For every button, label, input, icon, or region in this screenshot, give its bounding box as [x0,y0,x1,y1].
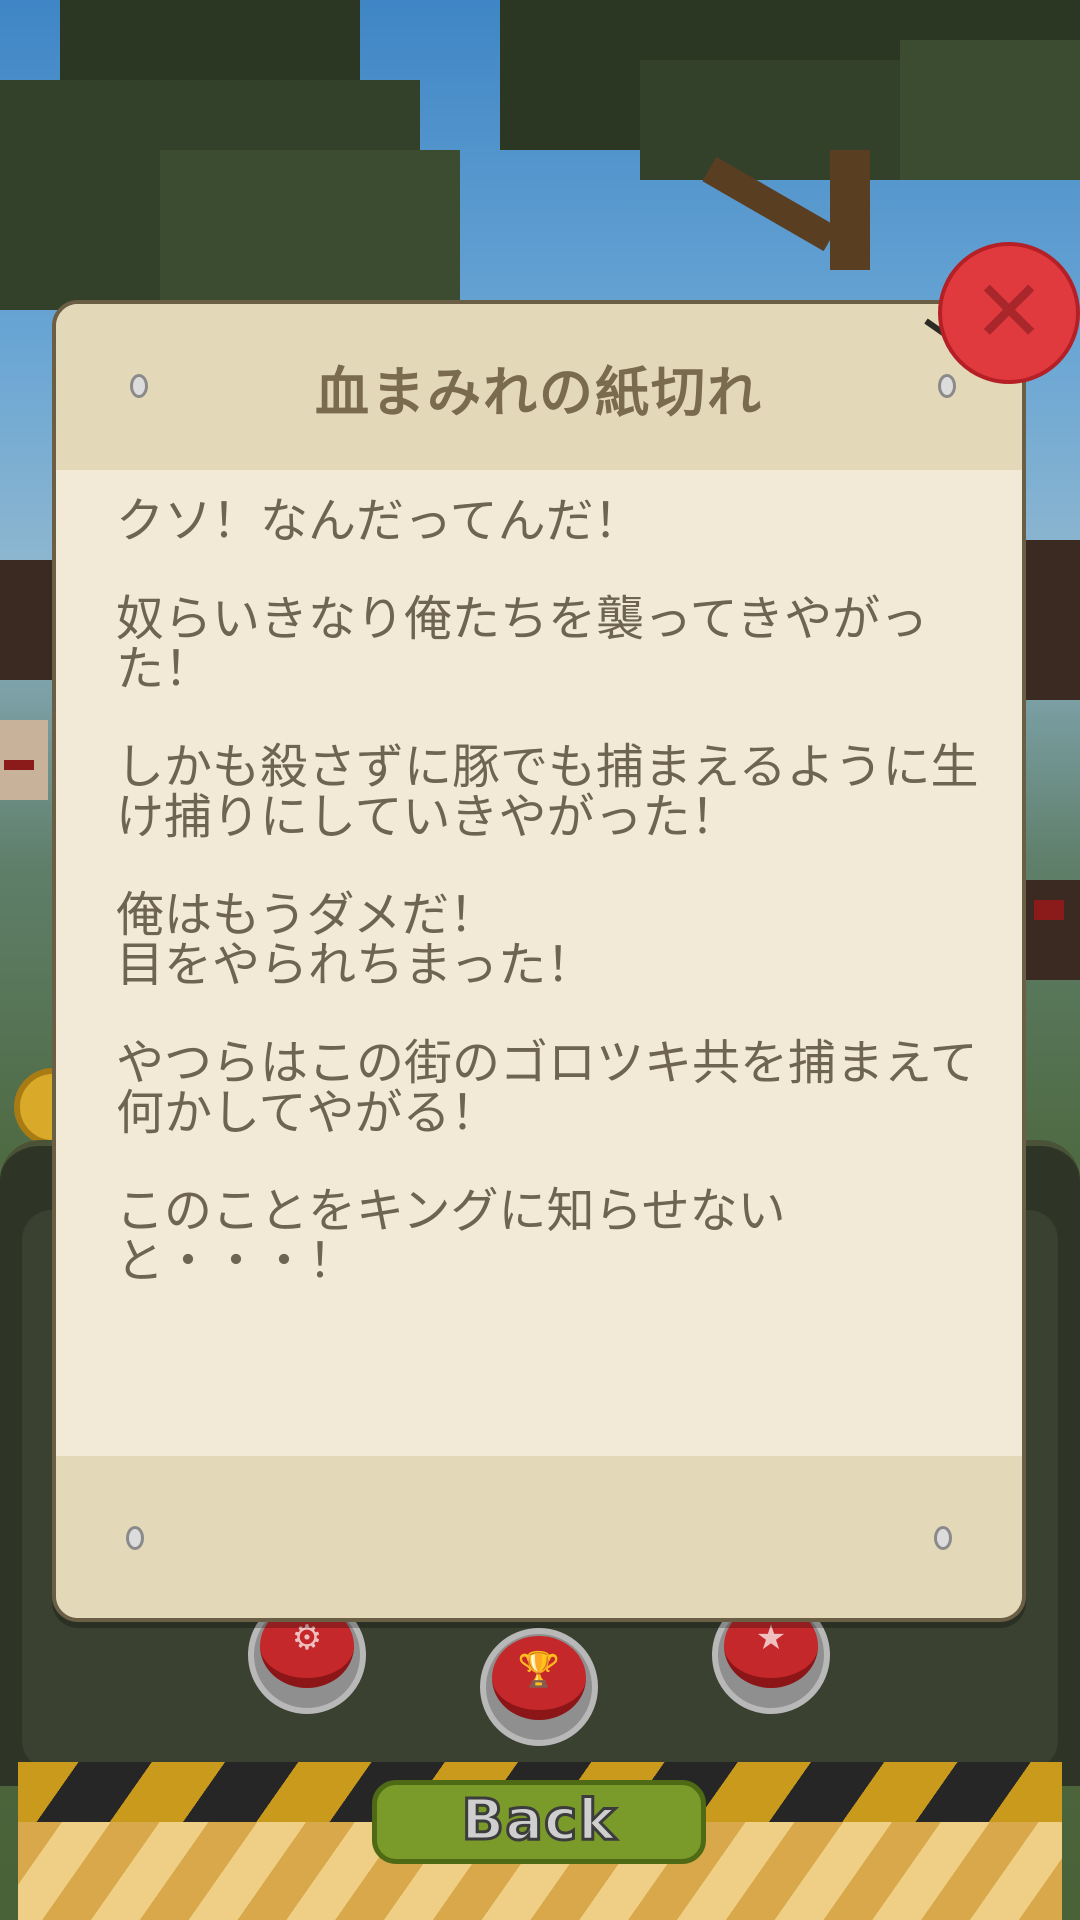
tree-trunk [830,150,870,270]
tree-block [900,40,1080,180]
tree-block [640,60,940,180]
note-header: 血まみれの紙切れ [56,304,1022,470]
star-icon: ★ [755,1618,787,1658]
note-title: 血まみれの紙切れ [315,361,763,424]
character-left [0,560,52,680]
note-paragraph: 奴らいきなり俺たちを襲ってきやがった！ [116,591,929,697]
note-paragraph: クソ！なんだってんだ！ [116,493,642,549]
gear-icon: ⚙ [291,1618,323,1658]
note-paragraph: このことをキングに知らせないと・・・！ [116,1183,786,1289]
blood-mark [4,760,34,770]
trophy-icon: 🏆 [517,1650,561,1690]
note-modal: 血まみれの紙切れ クソ！なんだってんだ！ 奴らいきなり俺たちを襲ってきやがった！… [52,300,1026,1622]
close-x-icon: ✕ [972,262,1046,362]
close-button[interactable]: ✕ [938,242,1080,384]
character-right [1026,540,1080,700]
blood-mark [1034,900,1064,920]
trophy-button[interactable]: 🏆 [480,1628,598,1746]
note-paragraph: しかも殺さずに豚でも捕まえるように生け捕りにしていきやがった！ [116,739,979,845]
back-button-label: Back [460,1787,617,1855]
note-paragraph: やつらはこの街のゴロツキ共を捕まえて何かしてやがる！ [116,1035,978,1141]
note-paragraph: 俺はもうダメだ！ 目をやられちまった！ [116,887,595,993]
pin-icon [126,1526,144,1550]
note-body: クソ！なんだってんだ！ 奴らいきなり俺たちを襲ってきやがった！ しかも殺さずに豚… [116,496,996,1334]
character-right-legs [1026,880,1080,980]
back-button[interactable]: Back [372,1780,706,1864]
pin-icon [934,1526,952,1550]
note-footer [56,1456,1022,1618]
